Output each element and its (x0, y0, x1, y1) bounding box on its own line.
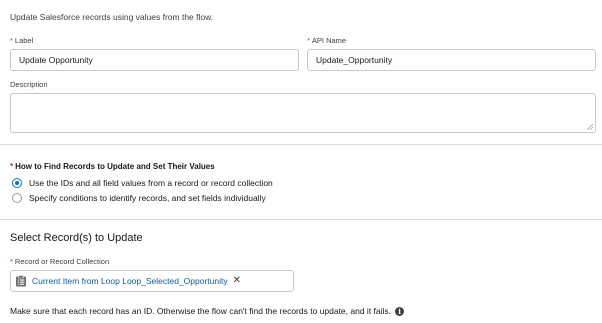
radio-button[interactable] (12, 193, 22, 203)
required-mark: * (10, 257, 13, 266)
intro-text: Update Salesforce records using values f… (10, 12, 214, 22)
section-heading: Select Record(s) to Update (10, 232, 143, 244)
required-mark: * (10, 162, 14, 171)
pill-label: Current Item from Loop Loop_Selected_Opp… (32, 276, 228, 286)
radio-label: Specify conditions to identify records, … (29, 193, 266, 203)
radio-button-selected[interactable] (12, 178, 22, 188)
footnote-text: Make sure that each record has an ID. Ot… (10, 306, 392, 316)
info-icon[interactable]: i (395, 306, 405, 316)
description-textarea[interactable] (10, 93, 596, 133)
divider (0, 144, 602, 145)
label-field-label: * Label (10, 36, 34, 45)
radio-option-use-ids[interactable]: Use the IDs and all field values from a … (12, 178, 273, 188)
api-name-field-label: * API Name (307, 36, 347, 45)
resize-grip-icon[interactable] (587, 124, 593, 130)
divider (0, 219, 602, 220)
record-collection-field-label: * Record or Record Collection (10, 257, 110, 266)
record-collection-icon (16, 275, 26, 287)
required-mark: * (10, 36, 13, 45)
label-input[interactable]: Update Opportunity (10, 49, 299, 71)
radio-label: Use the IDs and all field values from a … (29, 178, 273, 188)
description-field-label: Description (10, 80, 48, 89)
record-collection-pill[interactable]: Current Item from Loop Loop_Selected_Opp… (10, 270, 294, 292)
required-mark: * (307, 36, 310, 45)
radio-option-specify-conditions[interactable]: Specify conditions to identify records, … (12, 193, 266, 203)
find-records-label: * How to Find Records to Update and Set T… (10, 162, 215, 171)
api-name-input[interactable]: Update_Opportunity (307, 49, 596, 71)
close-icon[interactable]: ✕ (233, 276, 241, 286)
footnote: Make sure that each record has an ID. Ot… (10, 306, 405, 316)
